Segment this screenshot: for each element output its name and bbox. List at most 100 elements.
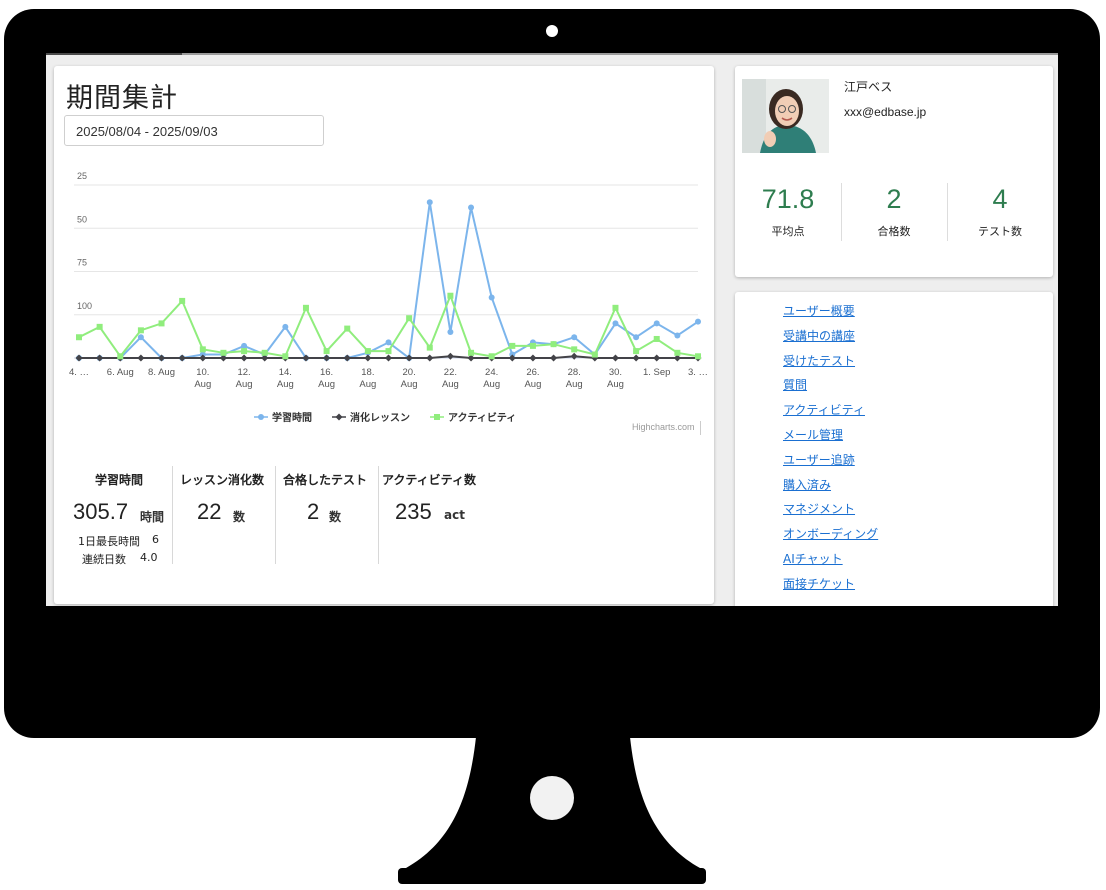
- data-point: [674, 349, 681, 356]
- y-tick-label: 25: [77, 171, 87, 181]
- menu-link-interview-ticket[interactable]: 面接チケット: [783, 575, 878, 600]
- menu-link-questions[interactable]: 質問: [783, 376, 878, 401]
- menu-link-user-tracking[interactable]: ユーザー追跡: [783, 451, 878, 476]
- kpi-average-score: 71.8 平均点: [735, 184, 841, 239]
- profile-email: xxx@edbase.jp: [844, 105, 927, 119]
- x-tick-label: Aug: [359, 379, 376, 390]
- kpi-value: 4: [992, 184, 1008, 214]
- data-point: [612, 320, 619, 327]
- period-summary-card: 期間集計 2025/08/04 - 2025/09/03 100 75 50 25 4.…: [54, 66, 714, 604]
- data-point: [117, 353, 124, 360]
- data-point: [570, 352, 578, 360]
- y-tick-label: 50: [77, 214, 87, 224]
- data-point: [178, 354, 186, 362]
- x-tick-label: Aug: [277, 379, 294, 390]
- data-point: [96, 354, 104, 362]
- data-point: [653, 335, 660, 342]
- data-point: [611, 354, 619, 362]
- data-point: [468, 204, 475, 211]
- data-point: [653, 320, 660, 327]
- menu-link-activity[interactable]: アクティビティ: [783, 401, 878, 426]
- x-tick-label: Aug: [194, 379, 211, 390]
- user-menu-card: ユーザー概要 受講中の講座 受けたテスト 質問 アクティビティ メール管理 ユー…: [735, 292, 1053, 606]
- data-point: [633, 334, 640, 341]
- stat-tests: 合格したテスト 2 数: [276, 466, 378, 564]
- x-tick-label: 12.: [237, 367, 250, 378]
- stat-lessons: レッスン消化数 22 数: [173, 466, 275, 564]
- progress-track: [46, 53, 1058, 55]
- data-point: [385, 339, 392, 346]
- x-tick-label: 10.: [196, 367, 209, 378]
- x-tick-label: 24.: [485, 367, 498, 378]
- menu-link-management[interactable]: マネジメント: [783, 500, 878, 525]
- data-point: [406, 315, 413, 322]
- y-tick-label: 100: [77, 301, 92, 311]
- data-point: [75, 354, 83, 362]
- x-tick-label: 4. …: [69, 367, 89, 378]
- stat-unit: 時間: [140, 510, 165, 524]
- max-day-label: 1日最長時間: [78, 535, 140, 548]
- data-point: [426, 354, 434, 362]
- data-point: [447, 292, 454, 299]
- legend-label: 学習時間: [272, 411, 312, 424]
- menu-link-user-overview[interactable]: ユーザー概要: [783, 302, 878, 327]
- menu-link-mail-management[interactable]: メール管理: [783, 426, 878, 451]
- x-tick-label: 1. Sep: [643, 367, 670, 378]
- x-tick-label: 8. Aug: [148, 367, 175, 378]
- stat-label: 学習時間: [95, 473, 144, 487]
- data-point: [633, 348, 640, 355]
- x-tick-label: Aug: [483, 379, 500, 390]
- x-tick-label: 30.: [609, 367, 622, 378]
- data-point: [137, 354, 145, 362]
- series-line-1: [79, 202, 699, 360]
- streak-value: 4.0: [140, 551, 158, 564]
- data-point: [158, 320, 165, 327]
- stat-study-time: 学習時間 305.7 時間 1日最長時間 6 連続日数 4.0: [66, 466, 172, 566]
- x-tick-label: Aug: [524, 379, 541, 390]
- y-tick-label: 75: [77, 258, 87, 268]
- data-point: [550, 341, 557, 348]
- menu-link-ai-chat[interactable]: AIチャット: [783, 550, 878, 575]
- data-point: [76, 334, 82, 341]
- user-menu-list: ユーザー概要 受講中の講座 受けたテスト 質問 アクティビティ メール管理 ユー…: [783, 302, 878, 600]
- x-tick-label: 26.: [526, 367, 539, 378]
- stat-unit: 数: [329, 510, 342, 524]
- data-point: [571, 334, 578, 341]
- menu-link-onboarding[interactable]: オンボーディング: [783, 525, 878, 550]
- date-range-input[interactable]: 2025/08/04 - 2025/09/03: [64, 115, 324, 146]
- data-point: [695, 318, 701, 325]
- stat-unit: 数: [233, 510, 246, 524]
- data-point: [468, 349, 475, 356]
- x-tick-label: 14.: [279, 367, 292, 378]
- chart-credit[interactable]: Highcharts.com: [632, 422, 695, 432]
- stat-value: 305.7: [73, 499, 129, 524]
- data-point: [343, 354, 351, 362]
- menu-link-taken-tests[interactable]: 受けたテスト: [783, 352, 878, 377]
- stat-value: 235: [395, 499, 432, 524]
- x-tick-label: 16.: [320, 367, 333, 378]
- stat-label: 合格したテスト: [283, 473, 368, 487]
- kpi-value: 2: [886, 184, 902, 214]
- data-point: [550, 354, 558, 362]
- data-point: [529, 354, 537, 362]
- x-tick-label: Aug: [607, 379, 624, 390]
- x-tick-label: 22.: [444, 367, 457, 378]
- data-point: [302, 304, 309, 311]
- data-point: [446, 352, 454, 360]
- page-title: 期間集計: [66, 83, 178, 114]
- data-point: [612, 304, 619, 311]
- data-point: [199, 346, 206, 353]
- x-tick-label: 6. Aug: [107, 367, 134, 378]
- menu-link-enrolled-courses[interactable]: 受講中の講座: [783, 327, 878, 352]
- data-point: [632, 354, 640, 362]
- menu-link-purchased[interactable]: 購入済み: [783, 476, 878, 501]
- data-point: [695, 353, 701, 360]
- data-point: [488, 353, 495, 360]
- x-tick-label: Aug: [401, 379, 418, 390]
- data-point: [282, 353, 289, 360]
- activity-line-chart: 1007550254. … 6. Aug 8. Aug 10.Aug12.Aug14.…: [69, 171, 708, 424]
- legend-marker: [335, 413, 343, 421]
- data-point: [447, 329, 454, 336]
- kpi-value: 71.8: [761, 184, 815, 214]
- stat-value: 22: [197, 499, 222, 524]
